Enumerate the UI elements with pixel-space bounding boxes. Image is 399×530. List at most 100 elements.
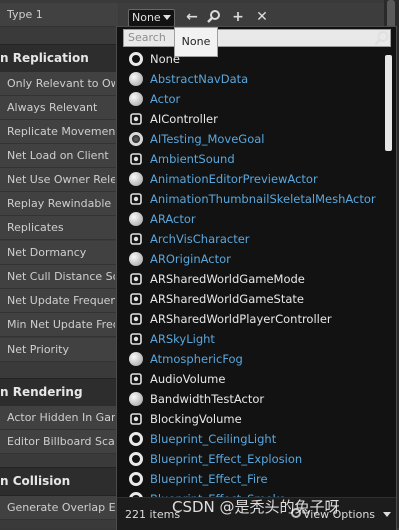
class-list-item[interactable]: AbstractNavData xyxy=(117,69,383,89)
chevron-down-icon xyxy=(383,512,391,517)
sphere-icon xyxy=(129,72,143,86)
class-list-item-label: Actor xyxy=(150,92,181,106)
watermark: CSDN @是秃头的兔子呀 xyxy=(172,498,340,516)
class-list-item-label: ARSharedWorldGameMode xyxy=(150,272,305,286)
bp-ring-icon xyxy=(129,452,143,466)
class-list-item[interactable]: ARSharedWorldPlayerController xyxy=(117,309,383,329)
class-list-item-label: ArchVisCharacter xyxy=(150,232,250,246)
class-list-item-label: AbstractNavData xyxy=(150,72,249,86)
type-class-combo[interactable]: None xyxy=(128,9,175,27)
sphere-icon xyxy=(129,392,143,406)
class-list-item-label: AtmosphericFog xyxy=(150,352,243,366)
property-label: Min Net Update Frequency xyxy=(7,318,115,331)
property-label: Always Relevant xyxy=(7,101,98,114)
property-label: Net Cull Distance Squared xyxy=(7,270,115,283)
type-label: Type 1 xyxy=(7,8,43,21)
bp-ring-icon xyxy=(129,472,143,486)
section-title: n Rendering xyxy=(0,385,83,399)
ai-controller-icon xyxy=(129,112,143,126)
class-list-item-label: AnimationEditorPreviewActor xyxy=(150,172,318,186)
class-list-item-label: Blueprint_CeilingLight xyxy=(150,432,277,446)
game-mode-icon xyxy=(129,272,143,286)
sphere-icon xyxy=(129,212,143,226)
property-label: Replicates xyxy=(7,221,64,234)
class-list-item[interactable]: AIController xyxy=(117,109,383,129)
player-controller-icon xyxy=(129,312,143,326)
class-list-item-label: ARSharedWorldGameState xyxy=(150,292,304,306)
class-list-scrollbar[interactable] xyxy=(383,49,395,497)
class-list-item-label: Blueprint_Effect_Explosion xyxy=(150,452,303,466)
section-title: n Replication xyxy=(0,51,89,65)
class-list-item-label: ARSkyLight xyxy=(150,332,215,346)
class-list-item-label: ARActor xyxy=(150,212,196,226)
pawn-ring-icon xyxy=(129,132,143,146)
class-list-item[interactable]: Blueprint_CeilingLight xyxy=(117,429,383,449)
search-icon[interactable] xyxy=(374,30,390,46)
search-input[interactable]: Search xyxy=(123,29,391,47)
browse-search-icon[interactable] xyxy=(207,9,221,25)
class-list-item[interactable]: Blueprint_Effect_Explosion xyxy=(117,449,383,469)
class-list-item[interactable]: BandwidthTestActor xyxy=(117,389,383,409)
sound-icon xyxy=(129,152,143,166)
sphere-icon xyxy=(129,252,143,266)
skeletal-mesh-icon xyxy=(129,192,143,206)
class-list-item-label: BlockingVolume xyxy=(150,412,242,426)
sky-light-icon xyxy=(129,332,143,346)
add-plus-icon[interactable]: + xyxy=(231,9,245,25)
search-placeholder: Search xyxy=(128,31,166,44)
property-label: Net Load on Client xyxy=(7,149,109,162)
class-list-item[interactable]: AtmosphericFog xyxy=(117,349,383,369)
class-list-item[interactable]: AnimationEditorPreviewActor xyxy=(117,169,383,189)
audio-volume-icon xyxy=(129,372,143,386)
character-icon xyxy=(129,232,143,246)
class-list[interactable]: None AbstractNavData Actor AIController AITe… xyxy=(117,49,383,497)
class-list-item[interactable]: AITesting_MoveGoal xyxy=(117,129,383,149)
class-list-item[interactable]: None xyxy=(117,49,383,69)
sphere-icon xyxy=(129,92,143,106)
sphere-icon xyxy=(129,352,143,366)
class-list-item[interactable]: ARSharedWorldGameMode xyxy=(117,269,383,289)
class-list-item[interactable]: ARActor xyxy=(117,209,383,229)
type-property-row: Type 1 None ← + ✕ xyxy=(0,3,399,27)
class-list-item[interactable]: AnimationThumbnailSkeletalMeshActor xyxy=(117,189,383,209)
property-label: Replicate Movement xyxy=(7,125,115,138)
class-list-item-label: AnimationThumbnailSkeletalMeshActor xyxy=(150,192,376,206)
type-combo-value: None xyxy=(132,11,161,24)
blocking-volume-icon xyxy=(129,412,143,426)
class-list-scrollbar-thumb[interactable] xyxy=(385,55,392,151)
class-picker-dropdown: Search None AbstractNavData Actor AIControl… xyxy=(116,26,397,530)
class-list-item-label: AmbientSound xyxy=(150,152,235,166)
property-label: Net Priority xyxy=(7,343,69,356)
property-label: Replay Rewindable xyxy=(7,197,112,210)
bp-ring-icon xyxy=(129,432,143,446)
section-title: n Collision xyxy=(0,474,71,488)
property-label: Actor Hidden In Game xyxy=(7,411,115,424)
class-list-item[interactable]: Blueprint_Effect_Fire xyxy=(117,469,383,489)
class-list-item[interactable]: ARSkyLight xyxy=(117,329,383,349)
class-list-item-label: Blueprint_Effect_Fire xyxy=(150,472,268,486)
class-list-item-label: AIController xyxy=(150,112,218,126)
property-label: Only Relevant to Own xyxy=(7,77,115,90)
class-list-item[interactable]: BlockingVolume xyxy=(117,409,383,429)
use-selected-arrow-icon[interactable]: ← xyxy=(185,9,199,25)
chevron-down-icon xyxy=(163,15,171,20)
class-list-item[interactable]: ArchVisCharacter xyxy=(117,229,383,249)
none-circle-icon xyxy=(129,52,143,66)
clear-x-icon[interactable]: ✕ xyxy=(255,9,269,25)
property-label: Net Use Owner Relevancy xyxy=(7,173,115,186)
class-list-item-label: AudioVolume xyxy=(150,372,226,386)
property-label: Net Update Frequency xyxy=(7,294,115,307)
game-state-icon xyxy=(129,292,143,306)
class-list-item[interactable]: AudioVolume xyxy=(117,369,383,389)
class-list-item-label: ARSharedWorldPlayerController xyxy=(150,312,332,326)
property-label: Editor Billboard Scale xyxy=(7,435,115,448)
class-list-item[interactable]: AmbientSound xyxy=(117,149,383,169)
class-list-item-label: BandwidthTestActor xyxy=(150,392,265,406)
class-list-item-label: AROriginActor xyxy=(150,252,231,266)
property-label: Net Dormancy xyxy=(7,246,87,259)
class-list-item[interactable]: Actor xyxy=(117,89,383,109)
class-list-item[interactable]: ARSharedWorldGameState xyxy=(117,289,383,309)
class-list-item[interactable]: AROriginActor xyxy=(117,249,383,269)
class-list-item-label: AITesting_MoveGoal xyxy=(150,132,265,146)
property-label: Generate Overlap Events xyxy=(7,501,115,514)
